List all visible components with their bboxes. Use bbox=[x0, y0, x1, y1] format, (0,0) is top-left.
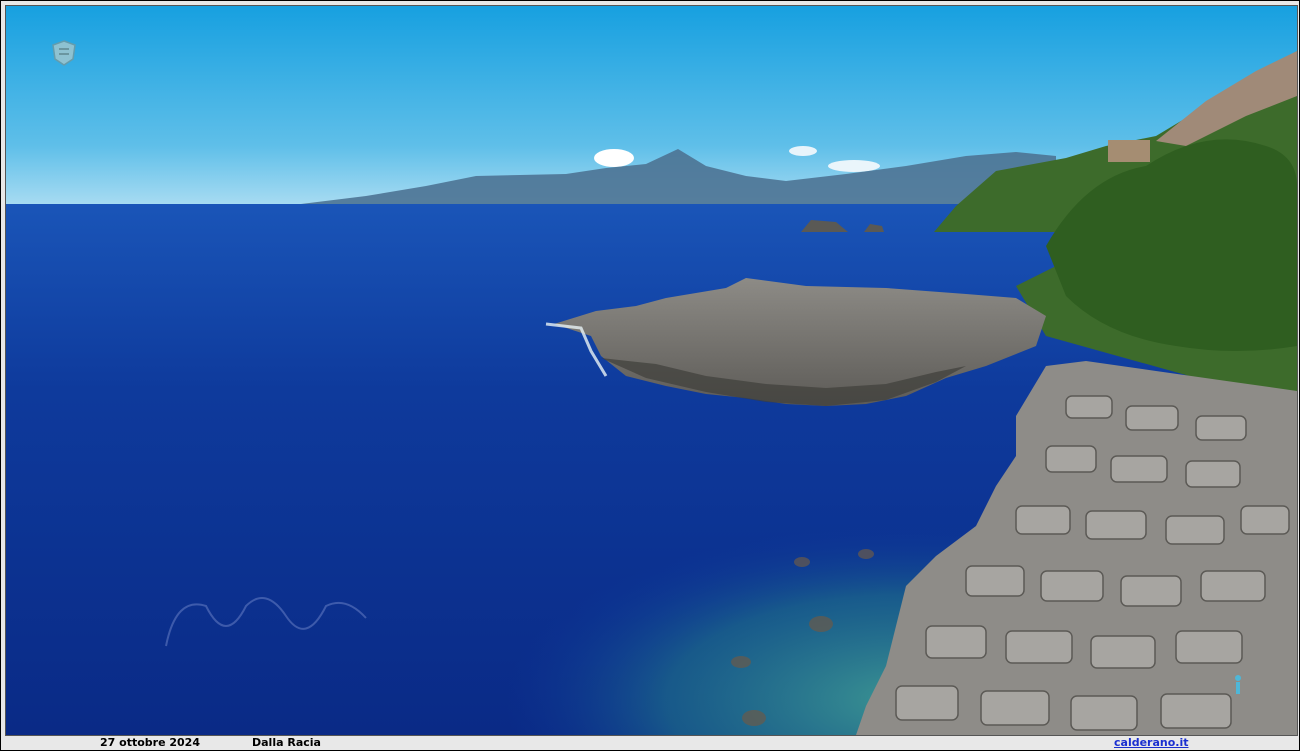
photo-scene bbox=[6, 6, 1297, 735]
cloud bbox=[828, 160, 880, 172]
landscape-photo bbox=[5, 5, 1298, 736]
caption-place: Dalla Racia bbox=[252, 736, 321, 749]
cloud bbox=[789, 146, 817, 156]
caption-date: 27 ottobre 2024 bbox=[100, 736, 200, 749]
building bbox=[1108, 140, 1150, 162]
photo-frame: 27 ottobre 2024 Dalla Racia calderano.it bbox=[0, 0, 1300, 751]
cloud bbox=[594, 149, 634, 167]
watermark-logo-icon bbox=[52, 40, 76, 66]
caption-bar: 27 ottobre 2024 Dalla Racia calderano.it bbox=[1, 736, 1299, 750]
website-link[interactable]: calderano.it bbox=[1114, 736, 1189, 750]
